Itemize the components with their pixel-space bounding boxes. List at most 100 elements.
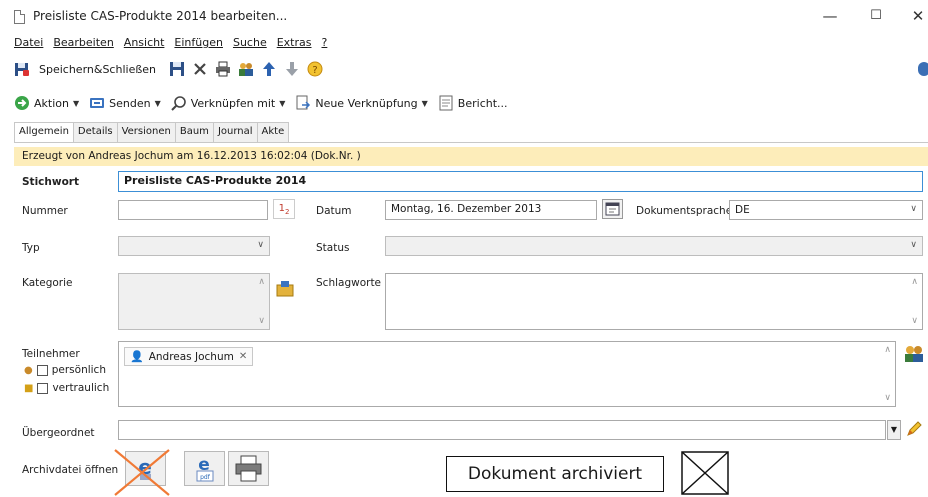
document-language-select[interactable]: DE ∨: [729, 200, 923, 220]
title-bar: Preisliste CAS-Produkte 2014 bearbeiten.…: [0, 0, 928, 32]
menu-suche[interactable]: Suche: [233, 36, 267, 52]
keyword-input[interactable]: Preisliste CAS-Produkte 2014: [118, 171, 923, 192]
type-label: Typ: [22, 242, 40, 254]
scroll-up-icon[interactable]: ∧: [258, 277, 265, 287]
participants-picker-icon[interactable]: [903, 344, 925, 364]
toolbar-main: Speichern&Schließen ?: [14, 58, 323, 80]
save-icon[interactable]: [169, 61, 185, 77]
created-info-bar: Erzeugt von Andreas Jochum am 16.12.2013…: [14, 147, 928, 166]
open-archive-pdf-button[interactable]: e pdf: [184, 451, 225, 486]
lock-icon: ■: [24, 382, 34, 394]
scroll-up-icon[interactable]: ∧: [884, 345, 891, 355]
link-with-button[interactable]: Verknüpfen mit ▼: [171, 95, 286, 111]
tab-akte[interactable]: Akte: [256, 122, 290, 142]
send-label: Senden: [109, 96, 151, 110]
chevron-down-icon: ∨: [910, 240, 917, 250]
tab-divider: [14, 142, 928, 143]
remove-participant-icon[interactable]: ✕: [239, 351, 247, 362]
scroll-down-icon[interactable]: ∨: [884, 393, 891, 403]
participants-label: Teilnehmer: [22, 348, 80, 360]
send-button[interactable]: Senden ▼: [89, 95, 161, 111]
scroll-up-icon[interactable]: ∧: [911, 277, 918, 287]
date-label: Datum: [316, 205, 352, 217]
type-select[interactable]: ∨: [118, 236, 270, 256]
personal-checkbox[interactable]: [36, 364, 48, 376]
menu-datei[interactable]: Datei: [14, 36, 43, 52]
confidential-option: ■ vertraulich: [24, 382, 109, 394]
action-label: Aktion: [34, 96, 69, 110]
person-icon: 👤: [130, 350, 144, 363]
scroll-down-icon[interactable]: ∨: [258, 316, 265, 326]
scroll-down-icon[interactable]: ∨: [911, 316, 918, 326]
personal-option: ● persönlich: [24, 364, 106, 376]
menu-help[interactable]: ?: [322, 36, 328, 52]
archive-open-label: Archivdatei öffnen: [22, 464, 119, 476]
status-label: Status: [316, 242, 350, 254]
report-icon: [438, 95, 454, 111]
menu-bearbeiten[interactable]: Bearbeiten: [53, 36, 113, 52]
new-link-button[interactable]: Neue Verknüpfung ▼: [295, 95, 428, 111]
parent-dropdown-button[interactable]: ▼: [887, 420, 901, 440]
link-with-label: Verknüpfen mit: [190, 96, 276, 110]
number-generator-icon[interactable]: 12: [273, 199, 295, 219]
send-icon: [89, 95, 105, 111]
tab-baum[interactable]: Baum: [174, 122, 214, 142]
number-input[interactable]: [118, 200, 268, 220]
chevron-down-icon: ▼: [421, 98, 428, 108]
category-picker-icon[interactable]: [275, 278, 295, 298]
parent-label: Übergeordnet: [22, 427, 95, 439]
new-link-label: Neue Verknüpfung: [315, 96, 418, 110]
toolbar-actions: Aktion ▼ Senden ▼ Verknüpfen mit ▼ Neue …: [14, 93, 514, 113]
personal-label: persönlich: [51, 364, 106, 376]
disabled-cross-icon: [114, 449, 170, 496]
delete-icon[interactable]: [192, 61, 208, 77]
category-label: Kategorie: [22, 277, 73, 289]
arrow-down-icon[interactable]: [284, 61, 300, 77]
document-language-value: DE: [735, 204, 750, 216]
save-close-button[interactable]: Speichern&Schließen: [39, 63, 156, 76]
document-language-label: Dokumentsprache: [636, 205, 733, 217]
menu-extras[interactable]: Extras: [277, 36, 312, 52]
tab-versionen[interactable]: Versionen: [116, 122, 176, 142]
calendar-icon[interactable]: [602, 199, 623, 219]
tags-textarea[interactable]: ∧ ∨: [385, 273, 923, 330]
chevron-down-icon: ∨: [910, 204, 917, 214]
chevron-down-icon: ▼: [279, 98, 286, 108]
people-icon: ●: [24, 364, 33, 376]
chevron-down-icon: ▼: [154, 98, 161, 108]
edit-pencil-icon[interactable]: [904, 419, 924, 439]
menu-ansicht[interactable]: Ansicht: [124, 36, 165, 52]
participant-chip[interactable]: 👤 Andreas Jochum ✕: [124, 347, 254, 366]
new-link-icon: [295, 95, 311, 111]
confidential-checkbox[interactable]: [37, 382, 49, 394]
window-title: Preisliste CAS-Produkte 2014 bearbeiten.…: [33, 9, 288, 23]
print-archive-button[interactable]: [228, 451, 269, 486]
overflow-indicator-icon: [918, 62, 928, 76]
contacts-icon[interactable]: [238, 61, 254, 77]
participants-box[interactable]: 👤 Andreas Jochum ✕ ∧ ∨: [118, 341, 896, 407]
print-icon[interactable]: [215, 61, 231, 77]
status-select[interactable]: ∨: [385, 236, 923, 256]
tab-allgemein[interactable]: Allgemein: [14, 122, 74, 143]
svg-text:?: ?: [312, 65, 317, 76]
save-close-icon[interactable]: [14, 61, 30, 77]
action-button[interactable]: Aktion ▼: [14, 95, 79, 111]
category-list[interactable]: ∧ ∨: [118, 273, 270, 330]
date-input[interactable]: Montag, 16. Dezember 2013: [385, 200, 597, 220]
report-button[interactable]: Bericht...: [438, 95, 508, 111]
maximize-button[interactable]: ☐: [866, 6, 886, 26]
minimize-button[interactable]: —: [820, 6, 840, 26]
confidential-label: vertraulich: [52, 382, 110, 394]
tab-details[interactable]: Details: [72, 122, 118, 142]
help-icon[interactable]: ?: [307, 61, 323, 77]
crossed-box-icon: [681, 451, 729, 495]
tab-journal[interactable]: Journal: [212, 122, 258, 142]
menu-einfuegen[interactable]: Einfügen: [174, 36, 223, 52]
close-button[interactable]: ✕: [908, 6, 928, 26]
action-icon: [14, 95, 30, 111]
parent-input[interactable]: [118, 420, 886, 440]
document-icon: [14, 10, 25, 24]
keyword-label: Stichwort: [22, 176, 79, 188]
arrow-up-icon[interactable]: [261, 61, 277, 77]
menu-bar: Datei Bearbeiten Ansicht Einfügen Suche …: [14, 36, 327, 52]
